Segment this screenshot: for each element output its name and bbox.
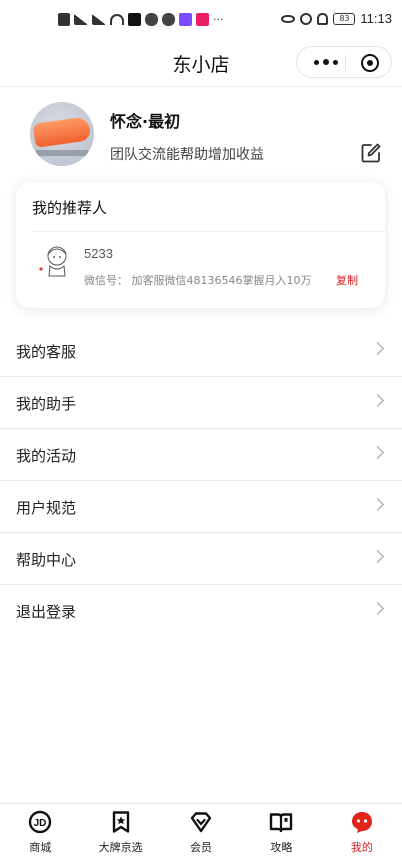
menu-item-label: 我的客服 <box>16 343 77 361</box>
status-right-icons: 83 11:13 <box>281 11 392 26</box>
chevron-right-icon <box>371 550 384 563</box>
menu-item-label: 我的活动 <box>16 447 77 465</box>
svg-text:JD: JD <box>34 818 47 829</box>
copy-button[interactable]: 复制 <box>336 272 358 288</box>
shop-app-icon <box>196 13 209 26</box>
menu-item-customer-service[interactable]: 我的客服 <box>0 325 402 377</box>
menu-item-activities[interactable]: 我的活动 <box>0 429 402 481</box>
tab-label: 攻略 <box>270 841 293 854</box>
tab-membership[interactable]: 会员 <box>161 804 241 857</box>
tab-label: 我的 <box>350 841 373 854</box>
tab-mine[interactable]: 我的 <box>322 804 402 857</box>
carrot-image <box>32 116 92 148</box>
chevron-right-icon <box>371 342 384 355</box>
menu-item-label: 帮助中心 <box>16 551 77 569</box>
menu-item-logout[interactable]: 退出登录 <box>0 585 402 637</box>
referrer-avatar <box>39 246 67 277</box>
referrer-wechat: 微信号： 加客服微信48136546掌握月入10万 <box>84 274 312 287</box>
alarm-icon <box>300 12 313 25</box>
menu-item-user-rules[interactable]: 用户规范 <box>0 481 402 533</box>
chevron-right-icon <box>371 498 384 511</box>
more-notifications: ··· <box>213 13 224 26</box>
tab-label: 会员 <box>190 841 213 854</box>
settings-menu: 我的客服 我的助手 我的活动 用户规范 帮助中心 退出登录 <box>0 325 402 637</box>
referrer-card: 我的推荐人 5233 微信号： 加客服微信48136546掌握月入10万 复制 <box>16 182 386 308</box>
open-book-icon <box>270 813 293 833</box>
tab-label: 大牌京选 <box>98 841 143 854</box>
signal-icon-2 <box>92 14 106 25</box>
nav-header: 东小店 <box>0 44 402 84</box>
menu-item-label: 用户规范 <box>16 499 77 517</box>
tiktok-icon <box>128 13 141 26</box>
chevron-right-icon <box>371 446 384 459</box>
close-mini-program-button[interactable] <box>361 54 379 72</box>
chevron-right-icon <box>371 602 384 615</box>
menu-item-help-center[interactable]: 帮助中心 <box>0 533 402 585</box>
tab-brand-select[interactable]: 大牌京选 <box>80 804 160 857</box>
jd-logo-icon: JD <box>29 810 52 834</box>
tab-mall[interactable]: JD 商城 <box>0 804 80 857</box>
profile-section: 怀念·最初 团队交流能帮助增加收益 <box>0 100 402 170</box>
header-divider <box>0 86 402 87</box>
more-dot-icon <box>323 59 329 65</box>
video-app-icon <box>179 13 192 26</box>
more-options-button[interactable] <box>307 47 345 77</box>
avatar[interactable] <box>30 102 94 166</box>
more-dot-icon <box>314 59 319 65</box>
profile-face-icon <box>351 812 372 833</box>
menu-item-label: 退出登录 <box>16 603 77 621</box>
battery-icon: 83 <box>333 12 356 25</box>
mini-program-capsule <box>296 46 392 78</box>
tab-label: 商城 <box>29 841 52 854</box>
clock: 11:13 <box>360 11 392 26</box>
bottom-tab-bar: JD 商城 大牌京选 会员 攻略 我的 <box>0 803 402 857</box>
avatar-caption-strip <box>36 150 88 156</box>
menu-item-label: 我的助手 <box>16 395 77 413</box>
hd-icon <box>58 13 70 26</box>
eye-icon <box>281 14 296 23</box>
signal-icon <box>74 14 88 25</box>
card-divider <box>32 231 386 232</box>
wechat-icon <box>145 13 158 26</box>
referrer-title: 我的推荐人 <box>32 199 108 217</box>
wifi-icon <box>110 14 124 25</box>
tab-guides[interactable]: 攻略 <box>241 804 321 857</box>
mute-bell-icon <box>317 12 329 25</box>
edit-icon[interactable] <box>360 142 382 164</box>
qq-icon <box>162 13 175 26</box>
bookmark-star-icon <box>112 811 129 833</box>
diamond-icon <box>190 812 212 833</box>
profile-subtitle: 团队交流能帮助增加收益 <box>110 147 264 163</box>
username: 怀念·最初 <box>110 112 181 131</box>
chevron-right-icon <box>371 394 384 407</box>
referrer-name: 5233 <box>84 246 113 261</box>
status-bar: ··· 83 11:13 <box>0 0 402 44</box>
capsule-divider <box>345 55 346 71</box>
more-dot-icon <box>333 59 338 65</box>
status-left-icons: ··· <box>58 13 224 26</box>
menu-item-assistant[interactable]: 我的助手 <box>0 377 402 429</box>
